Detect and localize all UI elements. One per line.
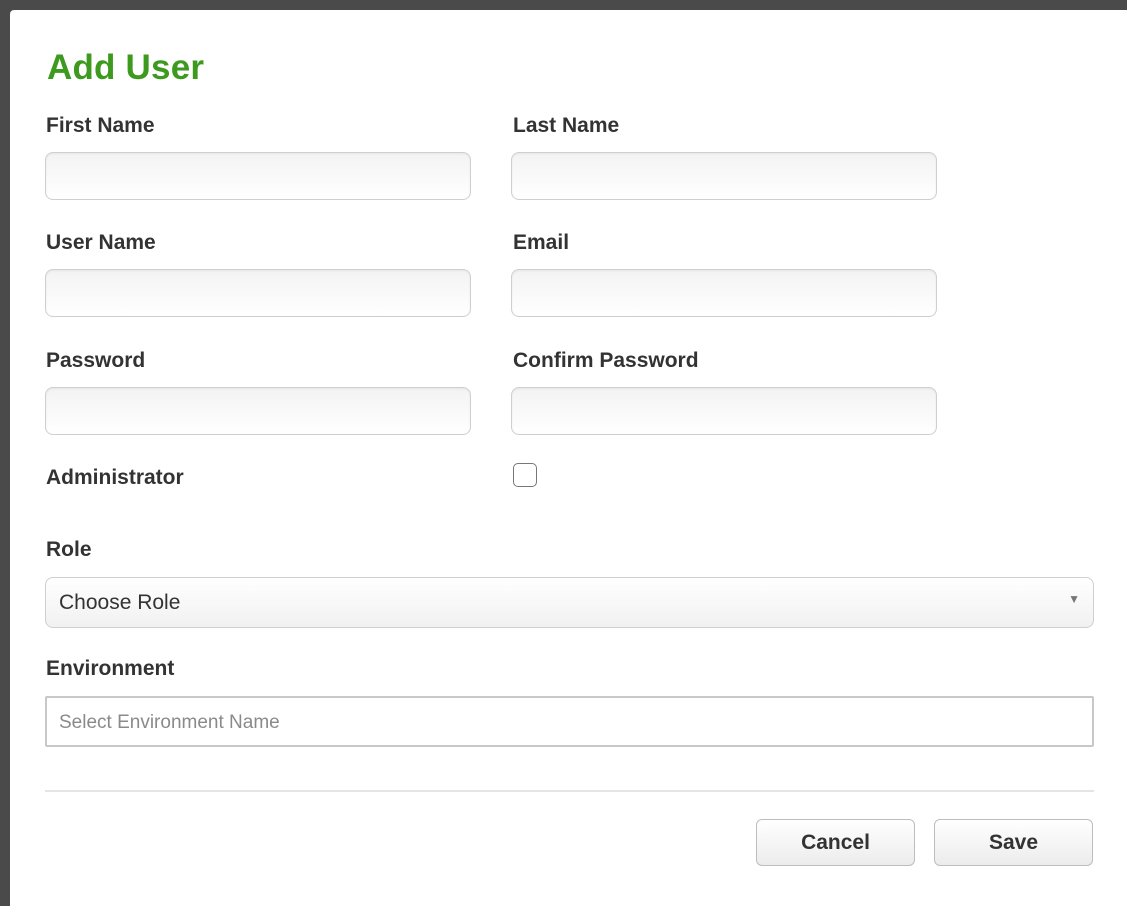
user-name-label: User Name [46, 231, 156, 254]
add-user-dialog: Add User First Name Last Name User Name … [10, 10, 1127, 906]
role-selected-value: Choose Role [59, 591, 181, 614]
last-name-label: Last Name [513, 114, 620, 137]
email-label: Email [513, 231, 570, 254]
role-label: Role [46, 538, 92, 561]
environment-label: Environment [46, 657, 175, 680]
footer-divider [45, 790, 1094, 792]
role-select[interactable]: Choose Role ▼ [45, 577, 1094, 628]
administrator-checkbox[interactable] [513, 463, 537, 487]
dialog-title: Add User [47, 48, 205, 87]
user-name-input[interactable] [45, 269, 471, 317]
confirm-password-label: Confirm Password [513, 349, 699, 372]
confirm-password-input[interactable] [511, 387, 937, 435]
password-label: Password [46, 349, 146, 372]
triangle-down-icon: ▼ [1068, 592, 1080, 606]
environment-input[interactable]: Select Environment Name [45, 696, 1094, 747]
first-name-input[interactable] [45, 152, 471, 200]
password-input[interactable] [45, 387, 471, 435]
environment-placeholder: Select Environment Name [59, 712, 280, 733]
administrator-label: Administrator [46, 466, 184, 489]
email-input[interactable] [511, 269, 937, 317]
cancel-button[interactable]: Cancel [756, 819, 915, 866]
save-button[interactable]: Save [934, 819, 1093, 866]
first-name-label: First Name [46, 114, 155, 137]
last-name-input[interactable] [511, 152, 937, 200]
